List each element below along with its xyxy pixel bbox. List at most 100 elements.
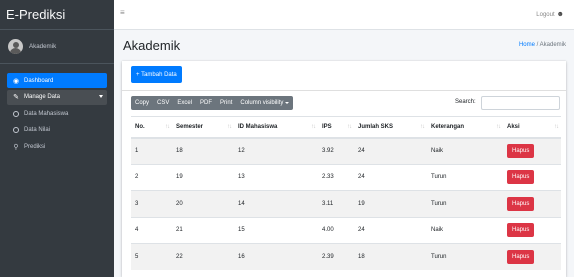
sort-icon: ↑↓ <box>496 124 501 130</box>
sidebar-item-label: Prediksi <box>24 143 46 150</box>
sidebar-item-label: Manage Data <box>24 94 61 100</box>
cell-aksi: Hapus <box>503 163 561 191</box>
cell-ips: 2.39 <box>318 243 354 270</box>
copy-button[interactable]: Copy <box>131 96 153 110</box>
breadcrumb-home[interactable]: Home <box>519 42 535 48</box>
cell-ips: 2.33 <box>318 163 354 191</box>
cell-keterangan: Turun <box>427 190 503 217</box>
cell-aksi: Hapus <box>503 216 561 244</box>
column-visibility-button[interactable]: Column visibility <box>236 96 293 110</box>
menu-toggle-icon[interactable]: ≡ <box>120 8 125 17</box>
column-header-id-mahasiswa[interactable]: ID Mahasiswa ↑↓ <box>234 116 318 139</box>
cell-jumlah-sks: 18 <box>354 243 427 270</box>
cell-jumlah-sks: 19 <box>354 190 427 217</box>
user-name[interactable]: Akademik <box>29 43 56 50</box>
table-row: 3 20 14 3.11 19 Turun Hapus <box>131 190 561 217</box>
sidebar-item-data-mahasiswa[interactable]: Data Mahasiswa <box>7 106 107 121</box>
sidebar-item-data-nilai[interactable]: Data Nilai <box>7 123 107 138</box>
page-title: Akademik <box>123 38 181 53</box>
table-row: 4 21 15 4.00 24 Naik Hapus <box>131 216 561 244</box>
column-header-ips[interactable]: IPS ↑↓ <box>318 116 354 139</box>
dashboard-icon: ◉ <box>12 77 20 85</box>
cell-aksi: Hapus <box>503 243 561 270</box>
cell-semester: 20 <box>172 190 234 217</box>
search-input[interactable] <box>481 96 560 110</box>
cell-ips: 4.00 <box>318 216 354 244</box>
column-header-semester[interactable]: Semester ↑↓ <box>172 116 234 139</box>
sort-icon: ↑↓ <box>165 124 170 130</box>
column-header-jumlah-sks[interactable]: Jumlah SKS ↑↓ <box>354 116 427 139</box>
cell-ips: 3.92 <box>318 137 354 164</box>
sort-icon: ↑↓ <box>420 124 425 130</box>
sidebar-item-label: Data Nilai <box>24 127 51 133</box>
delete-button[interactable]: Hapus <box>507 223 535 238</box>
cell-id-mahasiswa: 15 <box>234 216 318 244</box>
cell-ips: 3.11 <box>318 190 354 217</box>
add-data-button[interactable]: + Tambah Data <box>131 66 182 83</box>
table-row: 1 18 12 3.92 24 Naik Hapus <box>131 137 561 164</box>
data-card: + Tambah Data Copy CSV Excel PDF Print C… <box>122 61 566 277</box>
cell-no: 3 <box>131 190 172 217</box>
chevron-down-icon <box>99 94 103 98</box>
chevron-down-icon <box>285 102 290 104</box>
cell-id-mahasiswa: 16 <box>234 243 318 270</box>
search-label: Search: <box>455 99 476 105</box>
cell-keterangan: Turun <box>427 243 503 270</box>
cell-no: 5 <box>131 243 172 270</box>
edit-icon: ✎ <box>13 94 19 101</box>
delete-button[interactable]: Hapus <box>507 144 535 158</box>
cell-keterangan: Naik <box>427 137 503 164</box>
pdf-button[interactable]: PDF <box>196 96 216 110</box>
sidebar: E-Prediksi Akademik ◉ Dashboard ✎ Manage… <box>0 0 114 277</box>
cell-no: 1 <box>131 137 172 164</box>
column-visibility-label: Column visibility <box>240 100 284 106</box>
user-panel: Akademik <box>0 30 114 64</box>
excel-button[interactable]: Excel <box>173 96 196 110</box>
sidebar-nav: ◉ Dashboard ✎ Manage Data Data Mahasiswa… <box>0 64 114 154</box>
cell-semester: 21 <box>172 216 234 244</box>
cell-aksi: Hapus <box>503 137 561 164</box>
delete-button[interactable]: Hapus <box>507 170 535 185</box>
cell-no: 4 <box>131 216 172 244</box>
card-header: + Tambah Data <box>122 61 566 91</box>
table-header-row: No. ↑↓ Semester ↑↓ ID Mahasiswa ↑↓ IPS ↑↓ Ju… <box>131 116 561 139</box>
sidebar-item-label: Dashboard <box>24 77 54 84</box>
column-header-no[interactable]: No. ↑↓ <box>131 116 172 139</box>
cell-id-mahasiswa: 13 <box>234 163 318 191</box>
logout-label: Logout <box>536 11 555 18</box>
logout-link[interactable]: Logout ☻ <box>536 11 564 18</box>
sort-icon: ↑↓ <box>347 124 352 130</box>
print-button[interactable]: Print <box>216 96 236 110</box>
search-icon: ⚲ <box>13 143 19 151</box>
cell-semester: 22 <box>172 243 234 270</box>
sidebar-item-manage-data[interactable]: ✎ Manage Data <box>7 89 107 105</box>
cell-jumlah-sks: 24 <box>354 137 427 164</box>
column-header-keterangan[interactable]: Keterangan ↑↓ <box>427 116 503 139</box>
cell-id-mahasiswa: 14 <box>234 190 318 217</box>
cell-no: 2 <box>131 163 172 191</box>
brand-logo[interactable]: E-Prediksi <box>0 0 114 30</box>
sort-icon: ↑↓ <box>311 124 316 130</box>
delete-button[interactable]: Hapus <box>507 250 535 264</box>
column-header-aksi[interactable]: Aksi ↑↓ <box>503 116 561 139</box>
sidebar-item-prediksi[interactable]: ⚲ Prediksi <box>7 139 107 154</box>
cell-semester: 19 <box>172 163 234 191</box>
cell-keterangan: Naik <box>427 216 503 244</box>
csv-button[interactable]: CSV <box>153 96 173 110</box>
user-icon: ☻ <box>556 11 564 18</box>
cell-jumlah-sks: 24 <box>354 216 427 244</box>
data-table: No. ↑↓ Semester ↑↓ ID Mahasiswa ↑↓ IPS ↑↓ Ju… <box>131 116 561 270</box>
top-navbar: ≡ Logout ☻ <box>114 0 574 30</box>
breadcrumb-separator: / <box>536 42 539 48</box>
cell-keterangan: Turun <box>427 163 503 191</box>
sort-icon: ↑↓ <box>227 124 232 130</box>
sidebar-item-dashboard[interactable]: ◉ Dashboard <box>7 73 107 88</box>
avatar <box>8 39 23 54</box>
cell-id-mahasiswa: 12 <box>234 137 318 164</box>
breadcrumb-current: Akademik <box>539 42 566 48</box>
circle-icon <box>11 127 21 133</box>
breadcrumb: Home / Akademik <box>519 42 566 48</box>
delete-button[interactable]: Hapus <box>507 196 535 211</box>
cell-aksi: Hapus <box>503 190 561 217</box>
cell-semester: 18 <box>172 137 234 164</box>
